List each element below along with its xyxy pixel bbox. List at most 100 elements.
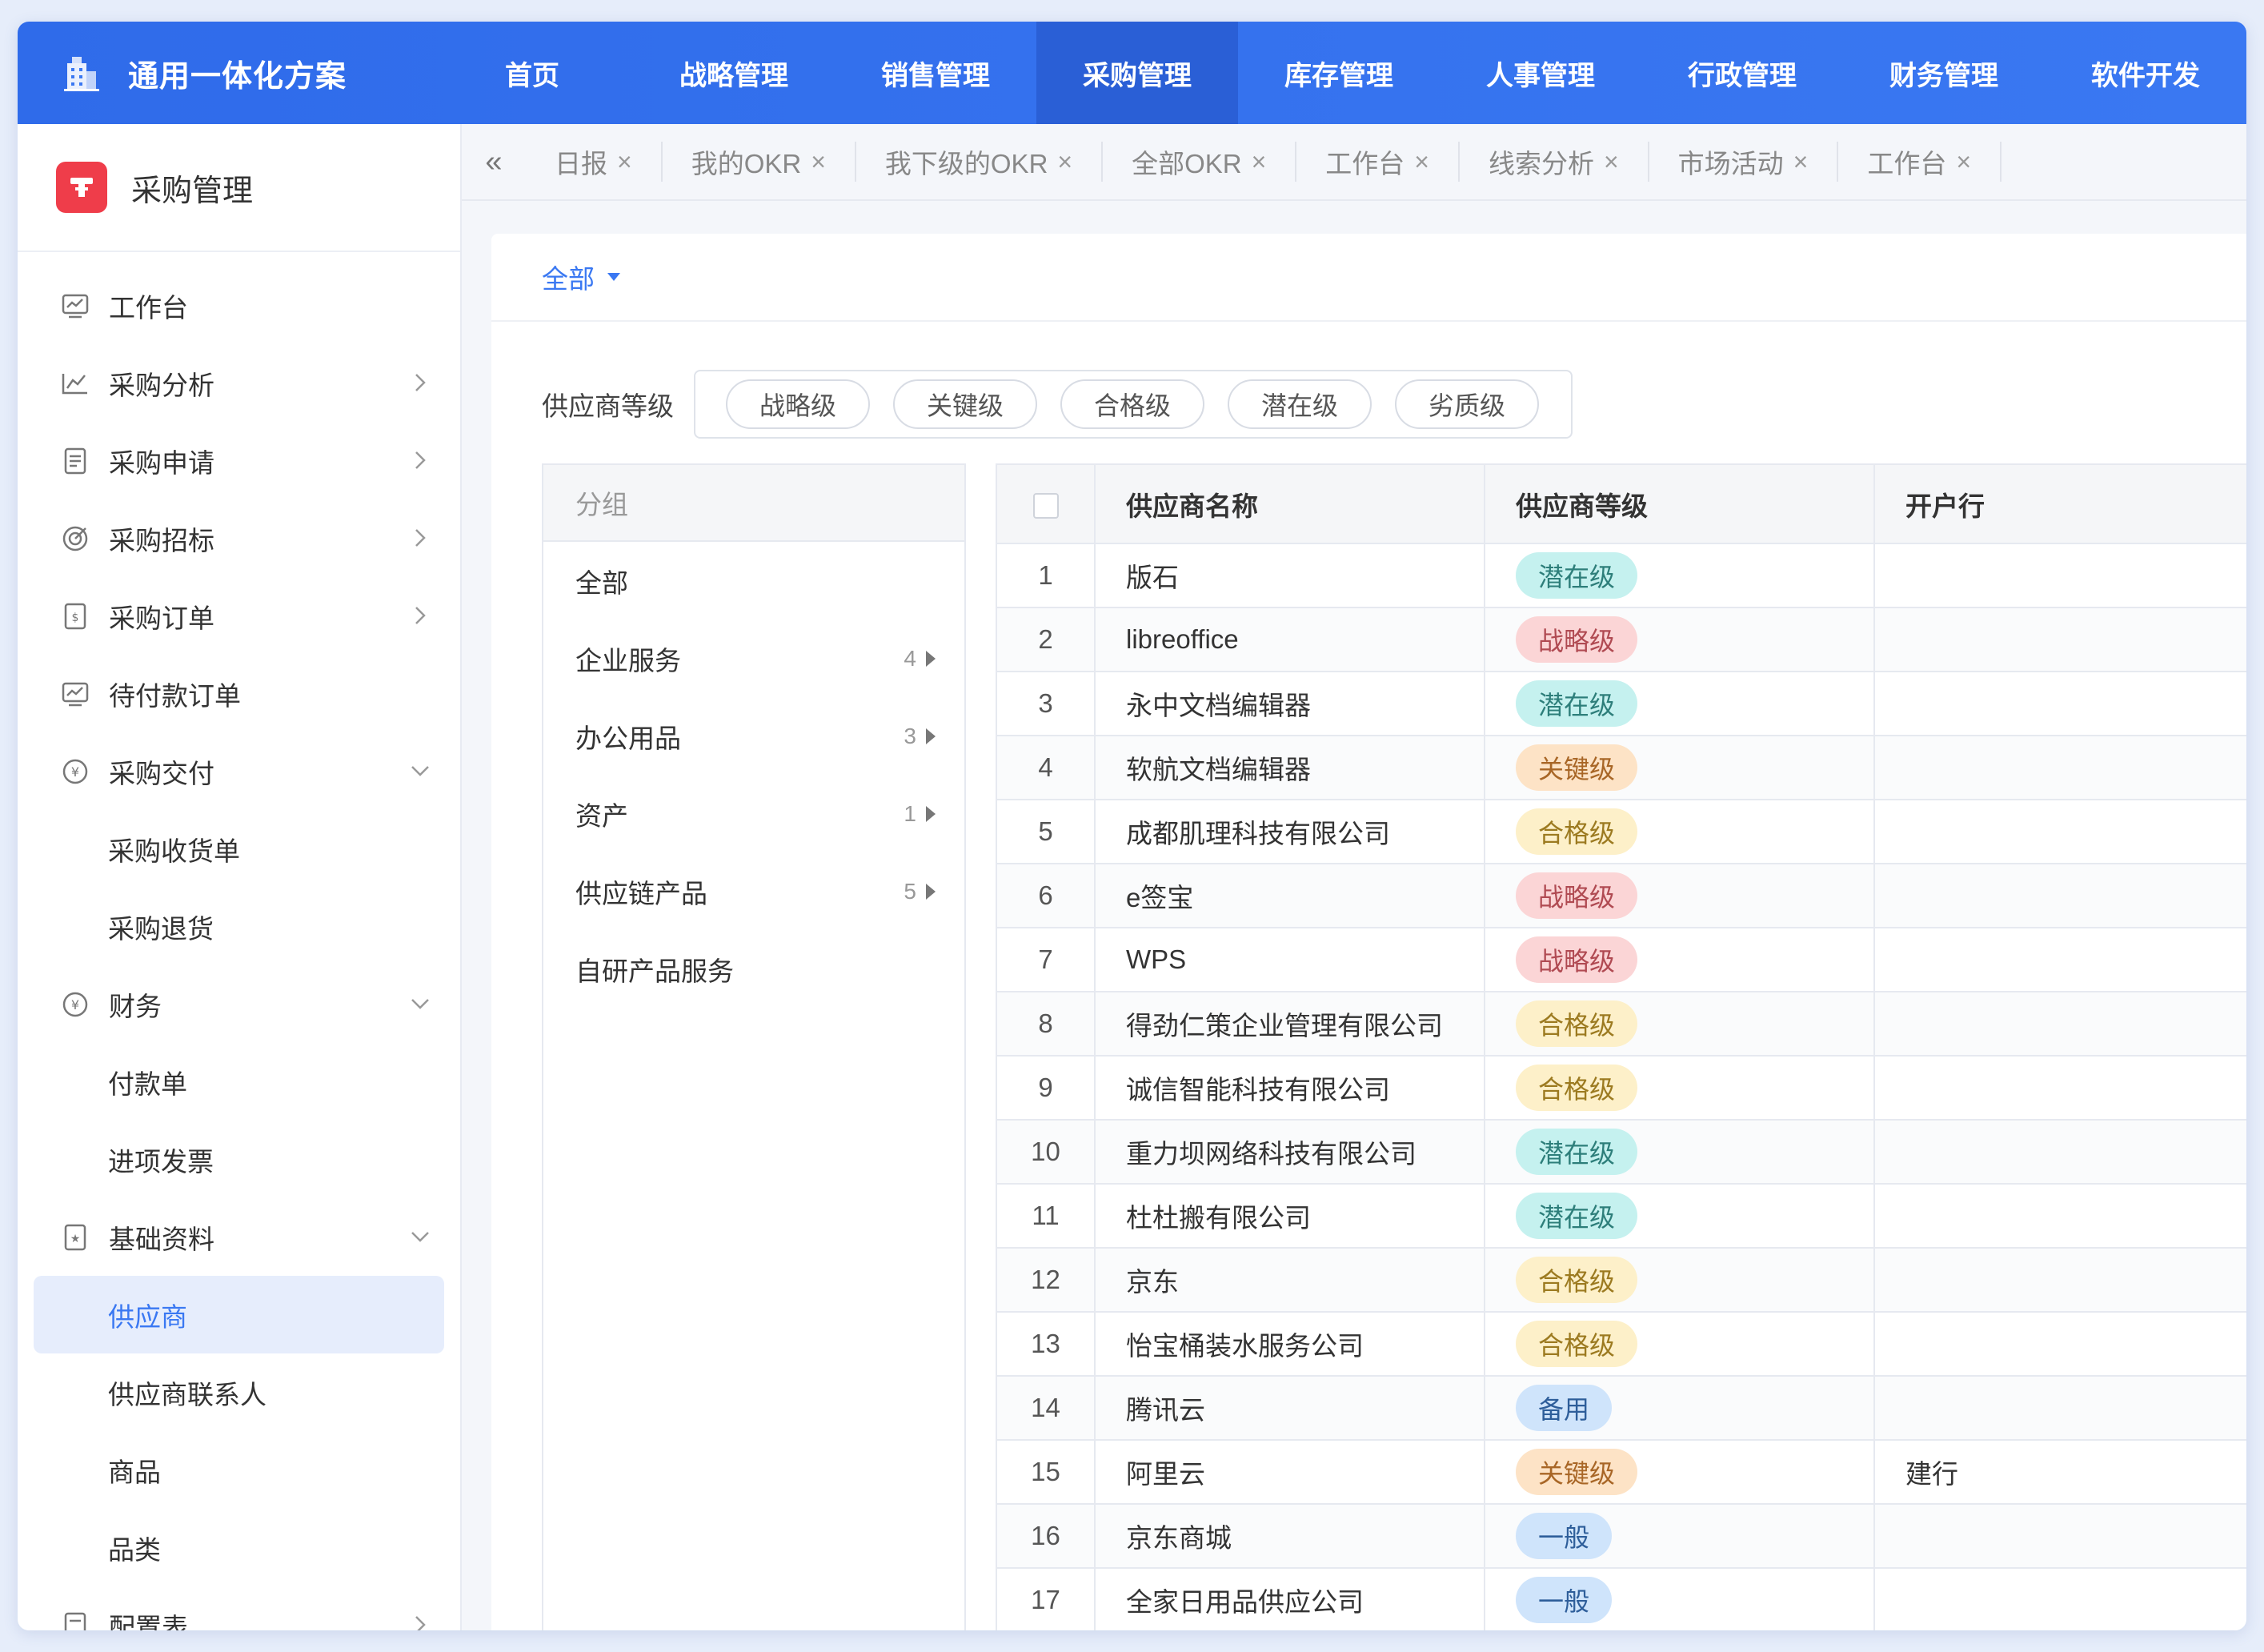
group-item[interactable]: 资产 1 — [543, 775, 964, 852]
caret-right-icon[interactable] — [926, 650, 936, 667]
page-tab[interactable]: 工作台 × — [1296, 142, 1460, 182]
bank-cell — [1874, 1184, 2246, 1249]
grade-filter-chip[interactable]: 潜在级 — [1228, 379, 1372, 429]
table-row[interactable]: 16 京东商城 一般 — [997, 1504, 2246, 1569]
group-item[interactable]: 企业服务 4 — [543, 620, 964, 697]
collapse-tabs-icon[interactable]: « — [462, 145, 526, 179]
page-tab-label: 市场活动 — [1677, 149, 1784, 178]
close-icon[interactable]: × — [1252, 147, 1267, 177]
bank-cell — [1874, 1504, 2246, 1569]
nav-item[interactable]: 战略管理 — [633, 22, 835, 124]
table-row[interactable]: 13 怡宝桶装水服务公司 合格级 — [997, 1312, 2246, 1377]
page-tab-label: 工作台 — [1325, 149, 1405, 178]
nav-item[interactable]: 财务管理 — [1843, 22, 2045, 124]
close-icon[interactable]: × — [1414, 147, 1429, 177]
sidebar-item[interactable]: $ 采购订单 — [18, 577, 460, 655]
bank-cell — [1874, 800, 2246, 864]
group-item[interactable]: 全部 — [543, 542, 964, 620]
page-tab-label: 日报 — [555, 149, 607, 178]
nav-item[interactable]: 库存管理 — [1238, 22, 1440, 124]
brand[interactable]: 通用一体化方案 — [18, 50, 431, 95]
sidebar-item[interactable]: 待付款订单 — [18, 655, 460, 732]
sidebar-item[interactable]: 采购收货单 — [18, 810, 460, 888]
grade-filter-label: 供应商等级 — [542, 391, 674, 421]
grade-badge: 战略级 — [1516, 936, 1638, 983]
sidebar-item[interactable]: 工作台 — [18, 267, 460, 344]
page-tab-label: 工作台 — [1867, 149, 1947, 178]
close-icon[interactable]: × — [1057, 147, 1072, 177]
close-icon[interactable]: × — [1604, 147, 1619, 177]
sidebar-item[interactable]: 采购申请 — [18, 422, 460, 499]
table-row[interactable]: 17 全家日用品供应公司 一般 — [997, 1568, 2246, 1630]
table-row[interactable]: 15 阿里云 关键级 建行 — [997, 1440, 2246, 1505]
table-row[interactable]: 11 杜杜搬有限公司 潜在级 — [997, 1184, 2246, 1249]
group-item[interactable]: 自研产品服务 — [543, 930, 964, 1008]
nav-item[interactable]: 销售管理 — [835, 22, 1036, 124]
column-header-name[interactable]: 供应商名称 — [1095, 465, 1485, 544]
close-icon[interactable]: × — [1956, 147, 1971, 177]
scope-filter-row: 全部 — [491, 234, 2246, 322]
column-header-grade[interactable]: 供应商等级 — [1485, 465, 1875, 544]
sidebar-item[interactable]: 进项发票 — [18, 1121, 460, 1198]
sidebar-item[interactable]: ★ 基础资料 — [18, 1198, 460, 1276]
sidebar-item[interactable]: 采购退货 — [18, 888, 460, 965]
table-row[interactable]: 6 e签宝 战略级 — [997, 864, 2246, 928]
sidebar-item[interactable]: 采购招标 — [18, 499, 460, 577]
grade-filter-chip[interactable]: 合格级 — [1060, 379, 1204, 429]
sidebar-item[interactable]: 品类 — [18, 1509, 460, 1586]
grade-badge: 一般 — [1516, 1577, 1613, 1623]
group-item[interactable]: 办公用品 3 — [543, 697, 964, 775]
table-row[interactable]: 8 得劲仁策企业管理有限公司 合格级 — [997, 992, 2246, 1057]
supplier-grade-cell: 合格级 — [1485, 992, 1875, 1057]
table-row[interactable]: 9 诚信智能科技有限公司 合格级 — [997, 1056, 2246, 1121]
page-tab[interactable]: 我下级的OKR × — [856, 142, 1104, 182]
caret-right-icon[interactable] — [926, 805, 936, 822]
page-tab[interactable]: 日报 × — [526, 142, 663, 182]
main-content: 全部 供应商等级 战略级 关键级 合格级 潜在级 劣质级 分组 全部 企业服务 4 办公用品 3… — [491, 234, 2246, 1630]
table-row[interactable]: 1 版石 潜在级 — [997, 543, 2246, 608]
sidebar-item[interactable]: ¥ 财务 — [18, 965, 460, 1043]
close-icon[interactable]: × — [1793, 147, 1809, 177]
table-row[interactable]: 3 永中文档编辑器 潜在级 — [997, 672, 2246, 736]
sidebar-item[interactable]: 供应商联系人 — [18, 1353, 460, 1431]
nav-item[interactable]: 软件开发 — [2045, 22, 2246, 124]
page-tab[interactable]: 工作台 × — [1838, 142, 2002, 182]
sidebar-item[interactable]: ¥ 采购交付 — [18, 732, 460, 810]
page-tab[interactable]: 市场活动 × — [1649, 142, 1839, 182]
table-row[interactable]: 4 软航文档编辑器 关键级 — [997, 736, 2246, 800]
scope-dropdown[interactable]: 全部 — [542, 258, 620, 296]
group-item[interactable]: 供应链产品 5 — [543, 852, 964, 930]
nav-item[interactable]: 采购管理 — [1036, 22, 1238, 124]
table-row[interactable]: 14 腾讯云 备用 — [997, 1376, 2246, 1441]
sidebar-item[interactable]: 商品 — [18, 1431, 460, 1509]
nav-item[interactable]: 行政管理 — [1641, 22, 1843, 124]
nav-item[interactable]: 人事管理 — [1440, 22, 1641, 124]
building-icon — [64, 57, 99, 91]
grade-filter-chip[interactable]: 关键级 — [893, 379, 1037, 429]
grade-badge: 潜在级 — [1516, 680, 1638, 727]
grade-badge: 战略级 — [1516, 616, 1638, 663]
page-tab[interactable]: 全部OKR × — [1103, 142, 1297, 182]
sidebar-item[interactable]: 配置表 — [18, 1586, 460, 1630]
table-row[interactable]: 10 重力坝网络科技有限公司 潜在级 — [997, 1120, 2246, 1185]
grade-filter-chip[interactable]: 战略级 — [726, 379, 870, 429]
grade-filter-chip[interactable]: 劣质级 — [1395, 379, 1539, 429]
table-row[interactable]: 7 WPS 战略级 — [997, 928, 2246, 992]
grade-badge: 合格级 — [1516, 808, 1638, 855]
table-row[interactable]: 12 京东 合格级 — [997, 1248, 2246, 1313]
caret-right-icon[interactable] — [926, 728, 936, 744]
sidebar-item[interactable]: 付款单 — [18, 1043, 460, 1121]
table-row[interactable]: 5 成都肌理科技有限公司 合格级 — [997, 800, 2246, 864]
nav-item[interactable]: 首页 — [431, 22, 633, 124]
sidebar-item[interactable]: 采购分析 — [18, 344, 460, 422]
sidebar-item[interactable]: 供应商 — [34, 1276, 444, 1353]
select-all-checkbox[interactable] — [1032, 492, 1059, 519]
caret-right-icon[interactable] — [926, 883, 936, 900]
table-row[interactable]: 2 libreoffice 战略级 — [997, 607, 2246, 672]
column-header-bank[interactable]: 开户行 — [1874, 465, 2246, 544]
row-index: 17 — [997, 1568, 1096, 1630]
close-icon[interactable]: × — [811, 147, 826, 177]
close-icon[interactable]: × — [617, 147, 632, 177]
page-tab[interactable]: 我的OKR × — [663, 142, 856, 182]
page-tab[interactable]: 线索分析 × — [1460, 142, 1649, 182]
